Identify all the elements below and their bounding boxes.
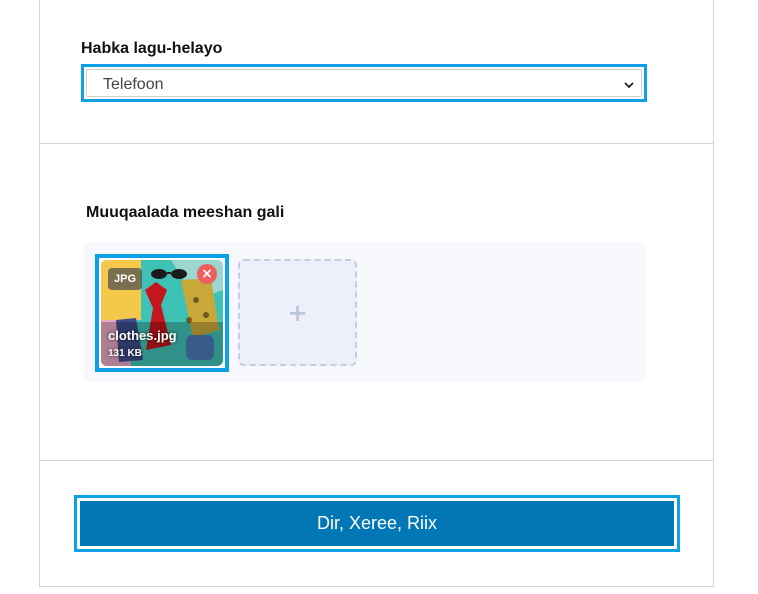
submit-button[interactable]: Dir, Xeree, Riix [80, 501, 674, 546]
media-dropzone[interactable]: JPG × clothes.jpg 131 KB + [84, 242, 646, 382]
select-value: Telefoon [103, 76, 164, 93]
category-section: Habka lagu-helayo Telefoon [40, 0, 713, 144]
category-select[interactable]: Telefoon [81, 64, 647, 102]
chevron-down-icon [624, 82, 634, 89]
thumbnail-image: JPG × clothes.jpg 131 KB [101, 260, 223, 366]
plus-icon: + [287, 299, 308, 327]
form-card: Habka lagu-helayo Telefoon Muuqaalada me… [39, 0, 714, 587]
add-image-button[interactable]: + [238, 259, 357, 366]
submit-button-frame[interactable]: Dir, Xeree, Riix [74, 495, 680, 552]
close-icon[interactable]: × [197, 264, 217, 284]
select-box[interactable]: Telefoon [86, 69, 642, 97]
submit-section: Dir, Xeree, Riix [40, 461, 713, 587]
media-section: Muuqaalada meeshan gali JPG × clothes.jp… [40, 144, 713, 461]
file-size: 131 KB [108, 348, 142, 359]
file-name: clothes.jpg [108, 328, 177, 343]
file-type-badge: JPG [108, 268, 142, 290]
category-label: Habka lagu-helayo [81, 40, 223, 57]
media-label: Muuqaalada meeshan gali [86, 204, 285, 221]
image-thumbnail[interactable]: JPG × clothes.jpg 131 KB [95, 254, 229, 372]
